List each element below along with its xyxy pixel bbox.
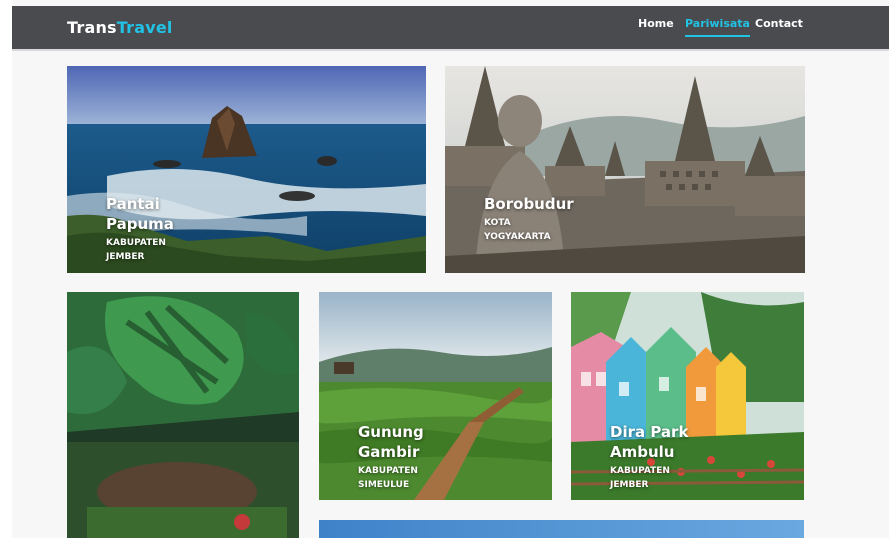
- destination-card-dira-park-ambulu[interactable]: Dira Park Ambulu KABUPATEN JEMBER: [571, 292, 804, 500]
- dira-park-caption: Dira Park Ambulu KABUPATEN JEMBER: [610, 422, 688, 492]
- destination-card-partial[interactable]: [319, 520, 804, 538]
- nav-home-link[interactable]: Home: [638, 17, 674, 30]
- card-title: Gunung Gambir: [358, 423, 424, 461]
- nav-pariwisata-link[interactable]: Pariwisata: [685, 17, 750, 37]
- navbar: TransTravel Home Pariwisata Contact: [12, 6, 889, 51]
- brand-logo[interactable]: TransTravel: [67, 18, 173, 37]
- destination-card-pantai-papuma[interactable]: Pantai Papuma KABUPATEN JEMBER: [67, 66, 426, 273]
- card-subtitle: KABUPATEN JEMBER: [610, 466, 670, 490]
- pantai-papuma-caption: Pantai Papuma KABUPATEN JEMBER: [106, 194, 174, 264]
- destination-card-borobudur[interactable]: Borobudur KOTA YOGYAKARTA: [445, 66, 805, 273]
- card-title: Dira Park Ambulu: [610, 423, 689, 461]
- partial-card-photo: [319, 520, 804, 538]
- destination-card-tropical[interactable]: [67, 292, 299, 538]
- borobudur-caption: Borobudur KOTA YOGYAKARTA: [484, 194, 574, 244]
- destination-card-gunung-gambir[interactable]: Gunung Gambir KABUPATEN SIMEULUE: [319, 292, 552, 500]
- card-title: Pantai Papuma: [106, 195, 174, 233]
- card-subtitle: KABUPATEN JEMBER: [106, 238, 166, 262]
- card-subtitle: KABUPATEN SIMEULUE: [358, 466, 418, 490]
- nav-contact-link[interactable]: Contact: [755, 17, 803, 30]
- brand-name-part2: Travel: [116, 18, 173, 37]
- card-title: Borobudur: [484, 195, 574, 213]
- card-subtitle: KOTA YOGYAKARTA: [484, 218, 551, 242]
- gunung-gambir-photo: [319, 292, 552, 500]
- brand-name-part1: Trans: [67, 18, 117, 37]
- tropical-garden-photo: [67, 292, 299, 538]
- gunung-gambir-caption: Gunung Gambir KABUPATEN SIMEULUE: [358, 422, 424, 492]
